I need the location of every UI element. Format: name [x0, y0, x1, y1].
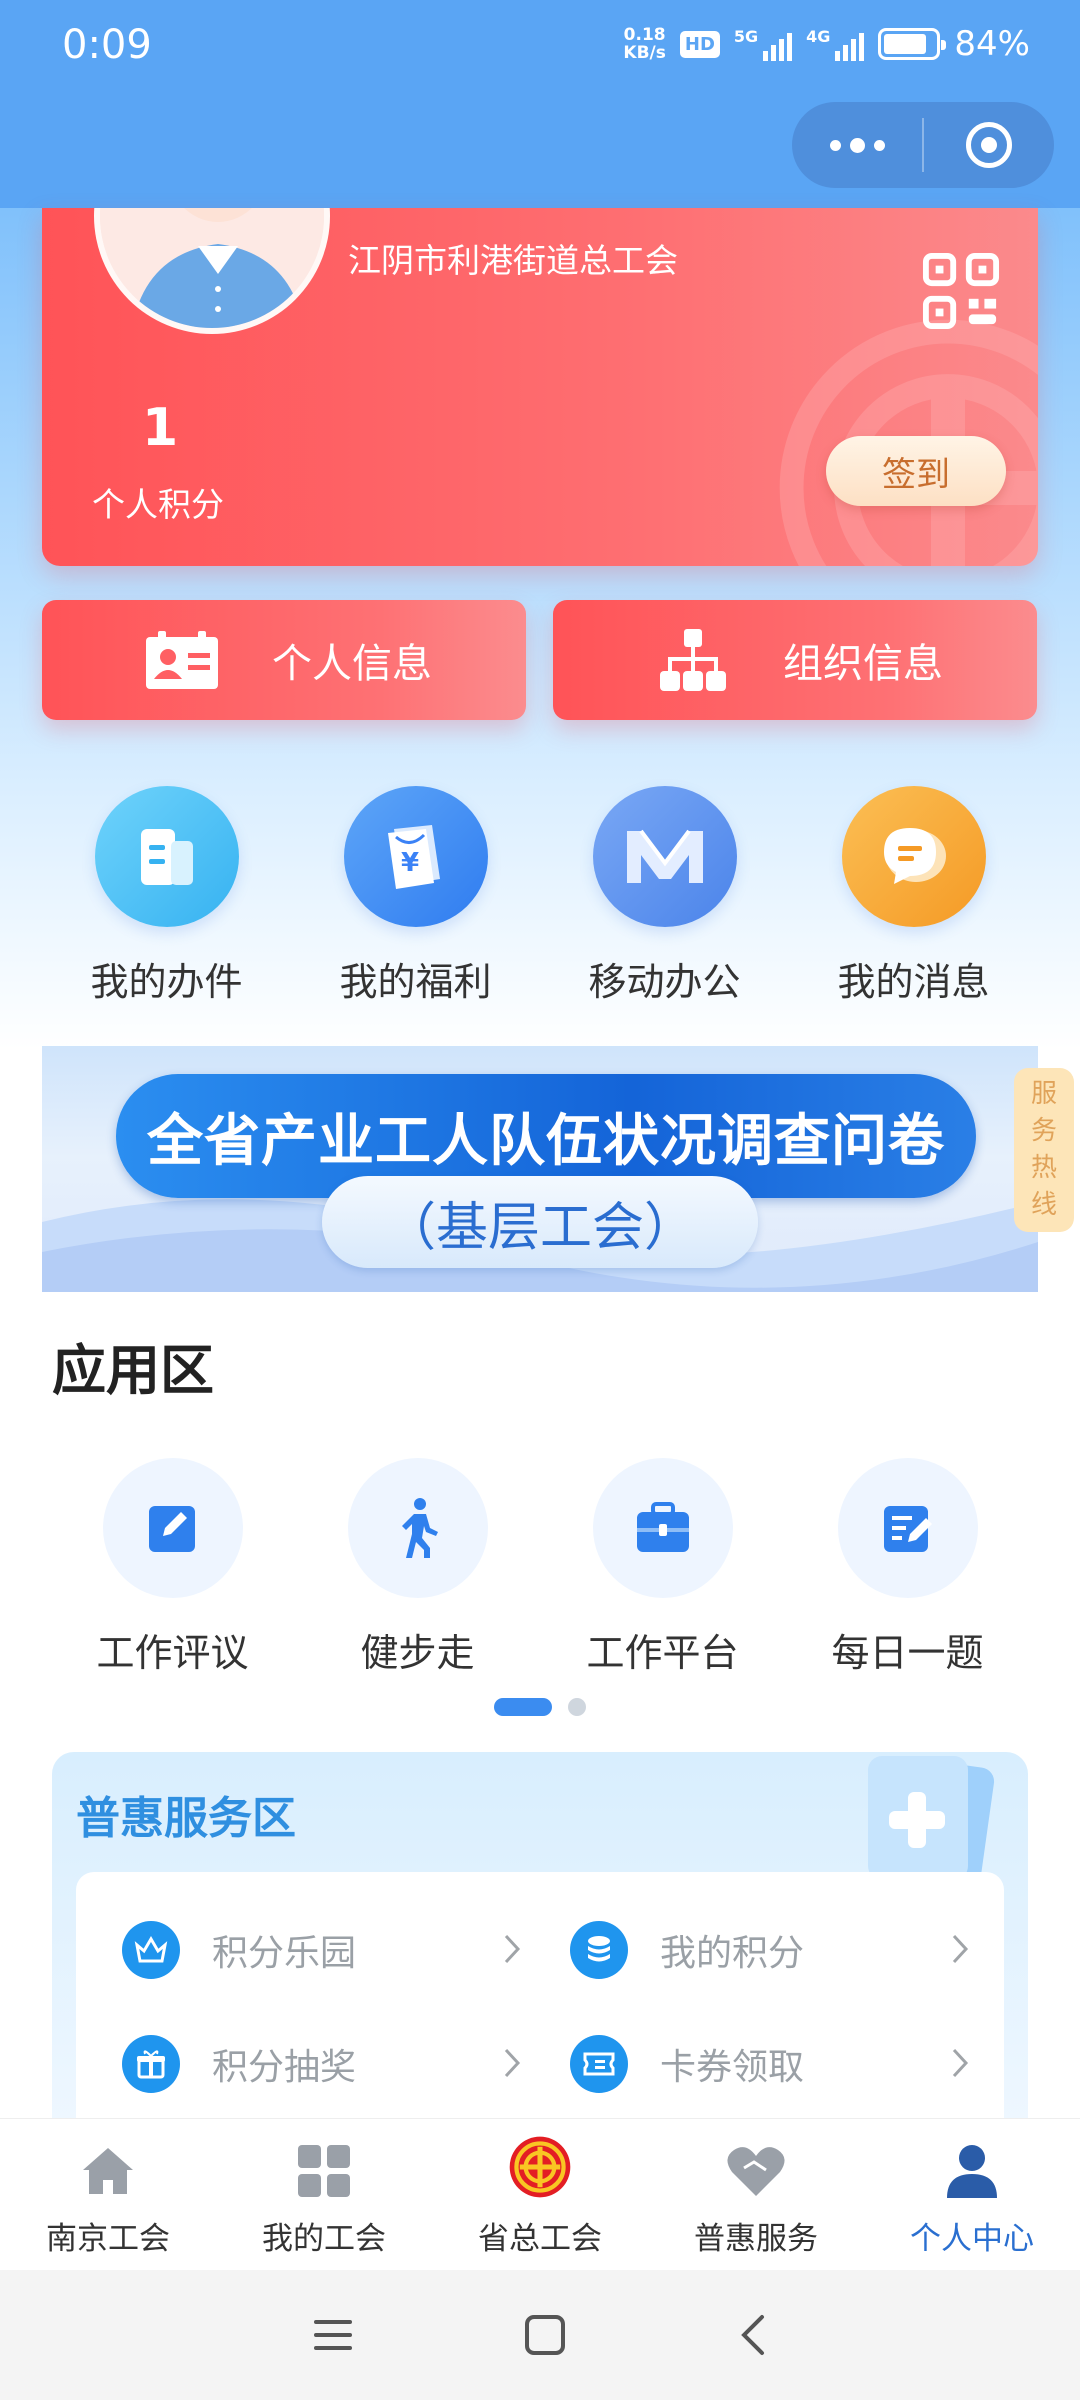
benefit-item-my-points[interactable]: 我的积分 — [570, 1920, 970, 1980]
mobile-office-m-icon — [592, 786, 737, 927]
hd-voice-badge: HD — [679, 30, 720, 58]
tab-benefit-service[interactable]: 普惠服务 — [648, 2119, 864, 2270]
close-target-icon — [966, 122, 1012, 168]
bottom-tab-bar: 南京工会 我的工会 省总工会 普惠服务 个人中心 — [0, 2118, 1080, 2270]
avatar-person-icon — [100, 208, 324, 328]
document-icon — [94, 786, 239, 927]
crown-icon — [122, 1921, 180, 1979]
benefit-card-decoration-icon — [868, 1756, 995, 1880]
chevron-right-icon — [952, 1934, 969, 1964]
chevron-right-icon — [952, 2048, 969, 2078]
benefit-item-coupon-claim[interactable]: 卡券领取 — [570, 2034, 970, 2094]
message-icon — [841, 786, 986, 927]
benefit-zone: 普惠服务区 积分乐园 我的积分 积分抽奖 卡券领取 — [52, 1752, 1028, 2122]
banner-subtitle: （基层工会） — [322, 1176, 758, 1268]
home-square-icon[interactable] — [524, 2314, 566, 2356]
profile-card: 江阴市利港街道总工会 1 个人积分 签到 — [42, 208, 1038, 566]
app-item-work-platform[interactable]: 工作平台 — [540, 1458, 785, 1677]
survey-banner[interactable]: 全省产业工人队伍状况调查问卷 （基层工会） — [42, 1046, 1038, 1292]
grid-icon — [292, 2139, 356, 2203]
benefit-zone-title: 普惠服务区 — [76, 1793, 296, 1844]
quick-actions: 我的办件 ¥ 我的福利 移动办公 我的消息 — [42, 786, 1038, 1006]
points-value[interactable]: 1 — [142, 398, 178, 458]
app-zone-grid: 工作评议 健步走 工作平台 每日一题 — [50, 1458, 1030, 1677]
signal-4g-icon: 4G — [806, 27, 865, 61]
qr-code-icon[interactable] — [922, 252, 1000, 330]
app-item-daily-question[interactable]: 每日一题 — [785, 1458, 1030, 1677]
signal-5g-icon: 5G — [734, 27, 793, 61]
edit-icon — [102, 1458, 243, 1598]
app-zone-pager — [494, 1698, 586, 1716]
walking-icon — [347, 1458, 488, 1598]
benefit-list: 积分乐园 我的积分 积分抽奖 卡券领取 — [76, 1872, 1004, 2122]
network-speed: 0.18 KB/s — [623, 25, 666, 63]
pager-dot[interactable] — [568, 1698, 586, 1716]
back-icon[interactable] — [736, 2313, 768, 2357]
app-item-walking[interactable]: 健步走 — [295, 1458, 540, 1677]
status-time: 0:09 — [62, 22, 152, 68]
quick-item-my-welfare[interactable]: ¥ 我的福利 — [291, 786, 540, 1006]
status-bar: 0:09 0.18 KB/s HD 5G 4G 84% — [0, 0, 1080, 96]
more-menu-button[interactable] — [792, 102, 922, 188]
service-hotline-tab[interactable]: 服务热线 — [1014, 1068, 1074, 1232]
org-chart-icon — [653, 620, 733, 700]
app-item-work-review[interactable]: 工作评议 — [50, 1458, 295, 1677]
status-indicators: 0.18 KB/s HD 5G 4G 84% — [623, 24, 1030, 64]
personal-info-label: 个人信息 — [272, 641, 432, 687]
ticket-icon — [570, 2035, 628, 2093]
briefcase-icon — [592, 1458, 733, 1598]
id-card-icon — [142, 620, 222, 700]
gift-icon — [122, 2035, 180, 2093]
coins-icon — [570, 1921, 628, 1979]
quiz-edit-icon — [837, 1458, 978, 1598]
pager-dot-active[interactable] — [494, 1698, 552, 1716]
union-name: 江阴市利港街道总工会 — [348, 241, 678, 280]
quick-item-mobile-office[interactable]: 移动办公 — [540, 786, 789, 1006]
personal-info-button[interactable]: 个人信息 — [42, 600, 526, 720]
svg-text:¥: ¥ — [400, 848, 418, 878]
union-emblem-icon — [508, 2136, 572, 2203]
more-dots-icon — [829, 137, 885, 153]
quick-item-my-cases[interactable]: 我的办件 — [42, 786, 291, 1006]
benefit-item-points-lottery[interactable]: 积分抽奖 — [122, 2034, 522, 2094]
menu-icon[interactable] — [312, 2317, 354, 2353]
system-navigation-bar — [0, 2270, 1080, 2400]
tab-provincial-union[interactable]: 省总工会 — [432, 2119, 648, 2270]
org-info-label: 组织信息 — [783, 641, 943, 687]
home-icon — [76, 2139, 140, 2203]
tab-my-union[interactable]: 我的工会 — [216, 2119, 432, 2270]
miniprogram-capsule — [792, 102, 1054, 188]
chevron-right-icon — [504, 2048, 521, 2078]
person-icon — [940, 2139, 1004, 2203]
tab-personal-center[interactable]: 个人中心 — [864, 2119, 1080, 2270]
benefit-item-points-park[interactable]: 积分乐园 — [122, 1920, 522, 1980]
header-bar — [0, 96, 1080, 208]
battery-percent: 84% — [954, 24, 1030, 64]
battery-icon — [878, 28, 947, 60]
welfare-yen-icon: ¥ — [343, 786, 488, 927]
quick-item-my-messages[interactable]: 我的消息 — [789, 786, 1038, 1006]
points-label: 个人积分 — [92, 485, 224, 524]
close-miniprogram-button[interactable] — [924, 102, 1054, 188]
checkin-button[interactable]: 签到 — [826, 436, 1006, 506]
heart-icon — [724, 2139, 788, 2203]
app-zone-title: 应用区 — [52, 1339, 214, 1402]
avatar[interactable] — [94, 208, 330, 334]
chevron-right-icon — [504, 1934, 521, 1964]
org-info-button[interactable]: 组织信息 — [553, 600, 1037, 720]
tab-nanjing-union[interactable]: 南京工会 — [0, 2119, 216, 2270]
